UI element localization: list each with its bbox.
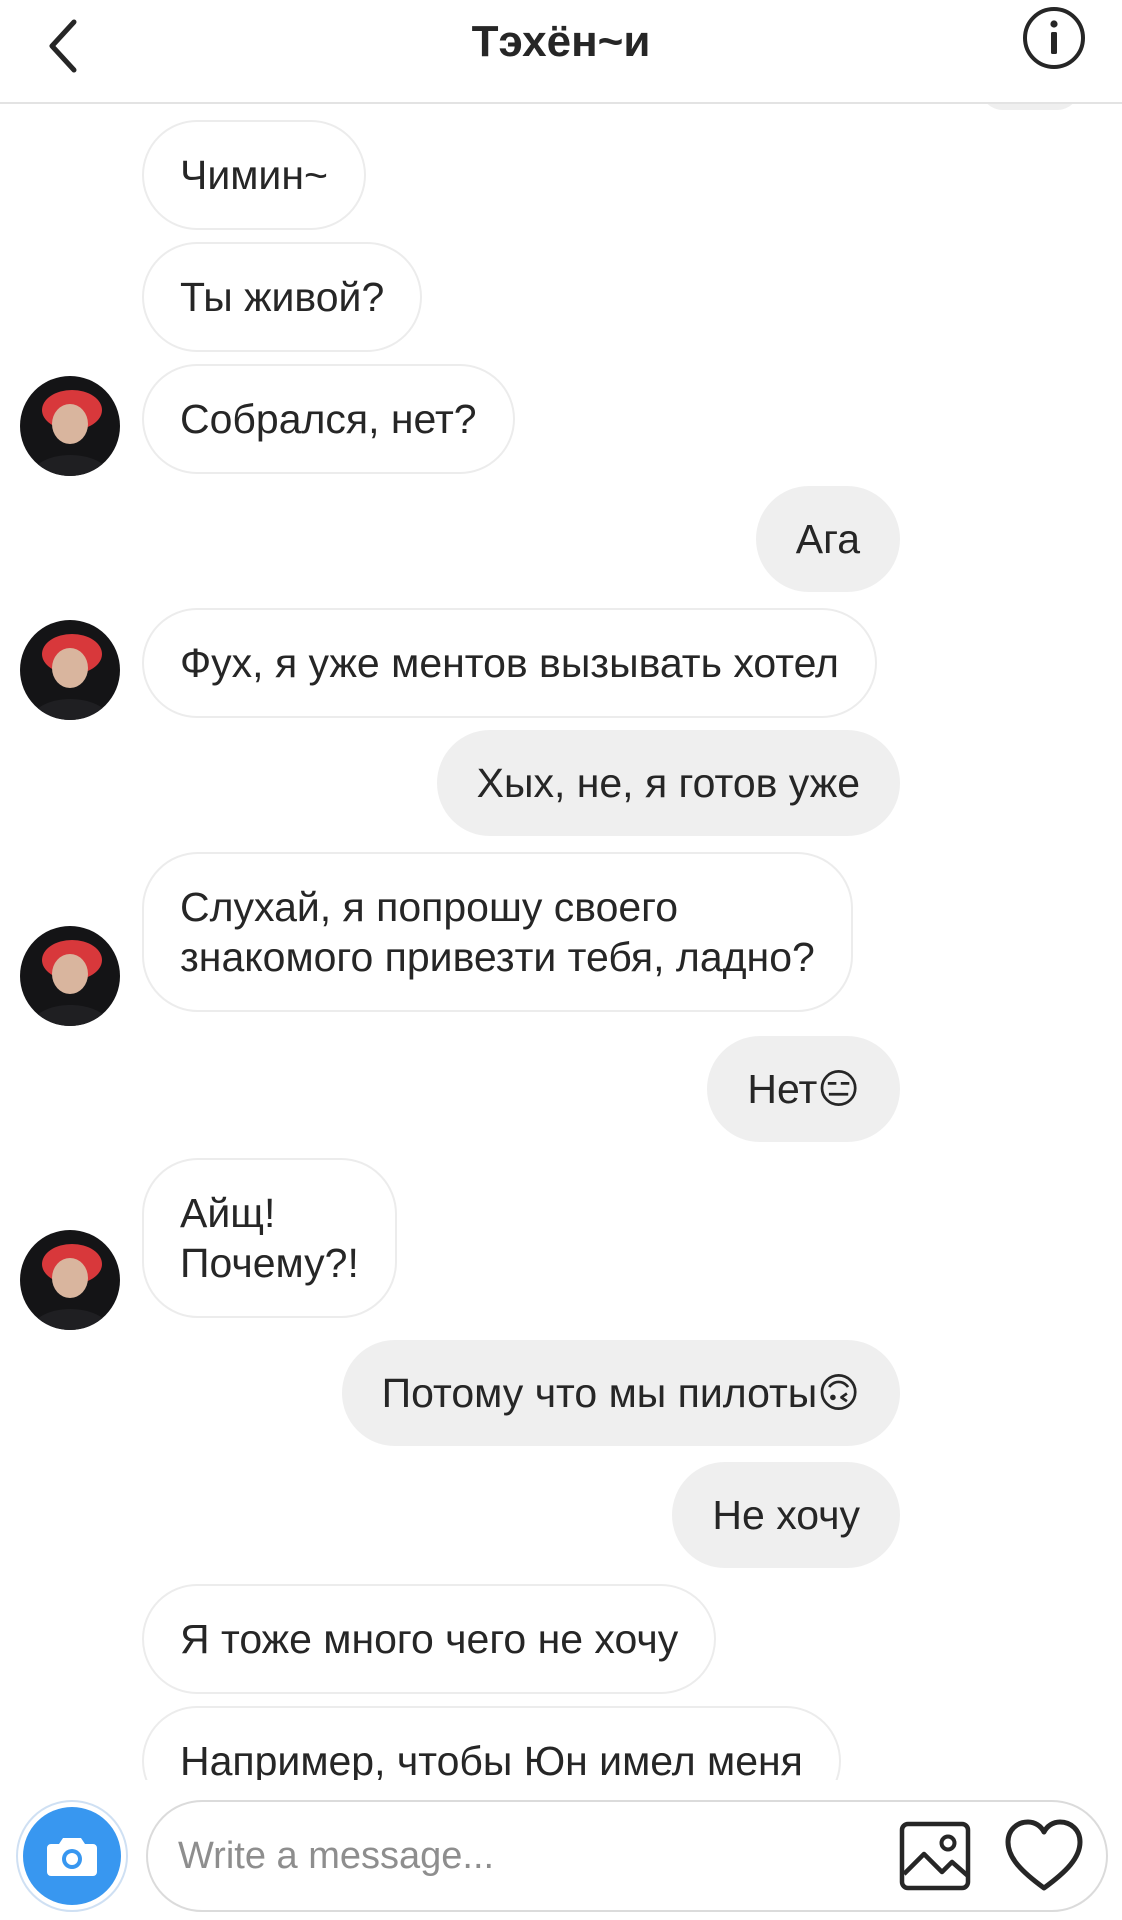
chat-header: Тэхён~и [0,0,1122,104]
conversation-title[interactable]: Тэхён~и [0,14,1122,70]
camera-button-circle [23,1807,121,1905]
like-button[interactable] [1004,1818,1084,1894]
avatar[interactable] [20,926,120,1026]
message-thread[interactable]: Чимин~ Ты живой? Собрался, нет? Ага Фух,… [0,104,1122,1780]
message-outgoing[interactable]: Нет😑 [707,1036,900,1142]
message-outgoing[interactable]: Хых, не, я готов уже [436,730,900,836]
camera-button[interactable] [16,1800,128,1912]
message-incoming[interactable]: Айщ! Почему?! [142,1158,397,1318]
info-icon [1023,7,1085,69]
message-incoming[interactable]: Слухай, я попрошу своего знакомого приве… [142,852,853,1012]
avatar[interactable] [20,1230,120,1330]
message-incoming[interactable]: Ты живой? [142,242,423,352]
message-incoming[interactable]: Чимин~ [142,120,366,230]
message-outgoing[interactable]: Ага [755,486,900,592]
camera-icon [47,1838,97,1876]
image-icon [899,1821,971,1891]
avatar[interactable] [20,376,120,476]
message-outgoing[interactable]: Потому что мы пилоты🙃 [341,1340,900,1446]
previous-message-edge [980,104,1080,110]
heart-icon [1005,1819,1083,1891]
message-outgoing[interactable]: Не хочу [672,1462,900,1568]
avatar[interactable] [20,620,120,720]
message-incoming[interactable]: Фух, я уже ментов вызывать хотел [142,608,877,718]
message-incoming[interactable]: Собрался, нет? [142,364,515,474]
message-incoming[interactable]: Я тоже много чего не хочу [142,1584,717,1694]
info-button[interactable] [1020,4,1088,72]
message-incoming[interactable]: Например, чтобы Юн имел меня [142,1706,841,1780]
gallery-button[interactable] [898,1818,974,1894]
